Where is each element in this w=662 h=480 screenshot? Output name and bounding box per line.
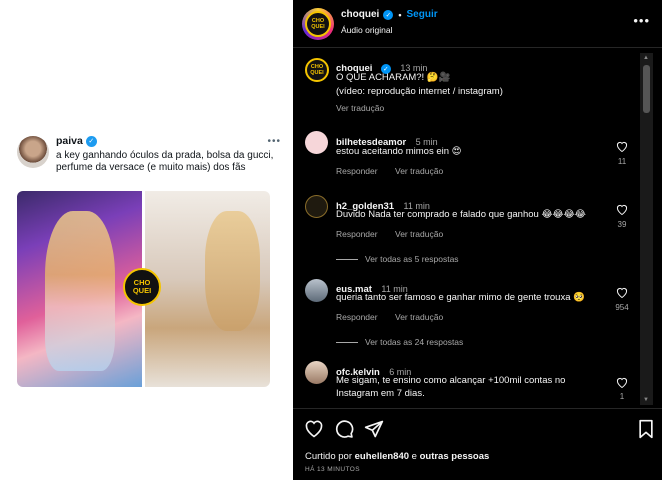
tweet-panel: paiva ✓ ••• a key ganhando óculos da pra…: [0, 0, 293, 480]
view-replies-label: Ver todas as 5 respostas: [365, 254, 459, 264]
liked-by-text: Curtido por euhellen840 e outras pessoas: [305, 451, 489, 462]
tweet-image-right[interactable]: [145, 191, 270, 387]
scroll-down-arrow[interactable]: ▼: [643, 397, 649, 403]
liked-by-conjunction: e: [409, 451, 420, 462]
tweet-media[interactable]: CHO QUEI: [17, 191, 270, 387]
translate-link[interactable]: Ver tradução: [395, 229, 443, 239]
post-timestamp[interactable]: HÁ 13 MINUTOS: [305, 466, 360, 473]
bookmark-icon[interactable]: [636, 419, 656, 439]
like-count: 1: [619, 392, 625, 401]
comment-avatar[interactable]: [305, 195, 328, 218]
like-count: 39: [617, 220, 627, 229]
tweet-text: a key ganhando óculos da prada, bolsa da…: [56, 150, 274, 174]
liked-by-others[interactable]: outras pessoas: [420, 451, 490, 462]
translate-link[interactable]: Ver tradução: [395, 166, 443, 176]
reply-link[interactable]: Responder: [336, 229, 378, 239]
comment-text: estou aceitando mimos ein 😍: [336, 146, 462, 157]
scroll-thumb[interactable]: [643, 65, 650, 113]
liked-by-prefix: Curtido por: [305, 451, 355, 462]
comment-icon[interactable]: [334, 419, 354, 439]
replies-line: [336, 258, 358, 260]
like-count: 954: [615, 303, 629, 312]
scroll-up-arrow[interactable]: ▲: [643, 55, 649, 61]
like-count: 11: [617, 157, 627, 166]
comment-avatar[interactable]: [305, 361, 328, 384]
liked-by-user[interactable]: euhellen840: [355, 451, 409, 462]
like-heart-icon[interactable]: [616, 204, 628, 215]
profile-avatar[interactable]: CHO QUEI: [305, 11, 331, 37]
share-icon[interactable]: [364, 419, 384, 439]
like-heart-icon[interactable]: [304, 419, 324, 439]
comment-text: queria tanto ser famoso e ganhar mimo de…: [336, 292, 585, 303]
caption-translate-link[interactable]: Ver tradução: [336, 103, 384, 113]
comments-scrollbar[interactable]: ▲ ▼: [640, 53, 653, 405]
tweet-author-name[interactable]: paiva: [56, 135, 83, 147]
audio-label[interactable]: Áudio original: [341, 25, 393, 35]
verified-icon: ✓: [85, 135, 97, 147]
separator-dot: •: [398, 9, 402, 20]
translate-link[interactable]: Ver tradução: [395, 312, 443, 322]
caption-line-1: O QUE ACHARAM?! 🤔🎥: [336, 72, 451, 83]
tweet-card: paiva ✓ ••• a key ganhando óculos da pra…: [17, 133, 280, 387]
post-header: CHO QUEI choquei ✓ • Seguir Áudio origin…: [293, 0, 662, 48]
more-options-icon[interactable]: •••: [267, 136, 281, 147]
comment-text: Me sigam, te ensino como alcançar +100mi…: [336, 375, 566, 399]
view-replies-button[interactable]: Ver todas as 24 respostas: [336, 337, 463, 347]
post-actions: Curtido por euhellen840 e outras pessoas…: [293, 408, 662, 480]
reply-link[interactable]: Responder: [336, 166, 378, 176]
verified-icon: ✓: [383, 9, 394, 20]
comment-text: Duvido Nada ter comprado e falado que ga…: [336, 209, 586, 220]
replies-line: [336, 341, 358, 343]
caption-line-2: (vídeo: reprodução internet / instagram): [336, 86, 503, 97]
more-options-icon[interactable]: •••: [633, 13, 650, 28]
reply-link[interactable]: Responder: [336, 312, 378, 322]
like-heart-icon[interactable]: [616, 287, 628, 298]
choquei-logo-badge: CHO QUEI: [123, 268, 161, 306]
like-heart-icon[interactable]: [616, 377, 628, 388]
view-replies-button[interactable]: Ver todas as 5 respostas: [336, 254, 459, 264]
caption-avatar[interactable]: CHO QUEI: [305, 58, 329, 82]
comment-avatar[interactable]: [305, 279, 328, 302]
tweet-avatar[interactable]: [17, 136, 49, 168]
post-username[interactable]: choquei: [341, 9, 379, 20]
like-heart-icon[interactable]: [616, 141, 628, 152]
follow-button[interactable]: Seguir: [407, 9, 438, 20]
view-replies-label: Ver todas as 24 respostas: [365, 337, 464, 347]
instagram-post-panel: CHO QUEI choquei ✓ • Seguir Áudio origin…: [293, 0, 662, 480]
comment-avatar[interactable]: [305, 131, 328, 154]
